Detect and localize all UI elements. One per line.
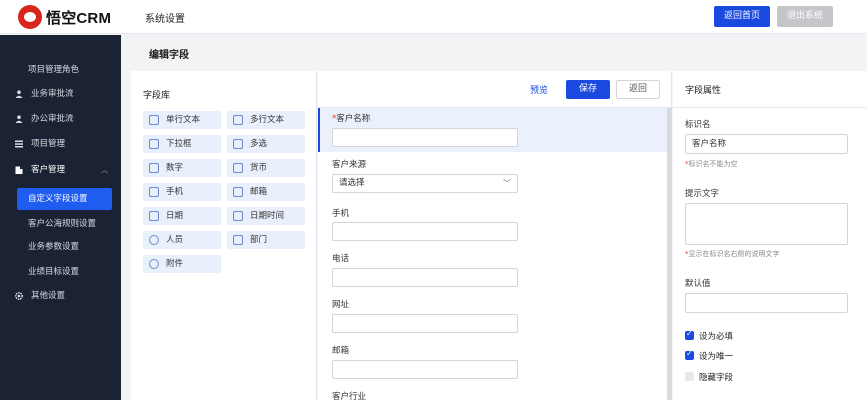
field-dropdown[interactable]: 下拉框	[143, 135, 221, 153]
field-library-panel: 字段库 单行文本 多行文本 下拉框 多选 数字 货币 手机 邮箱 日期 日期时间…	[131, 71, 317, 400]
person-icon	[149, 235, 159, 245]
field-attachment[interactable]: 附件	[143, 255, 221, 273]
required-checkbox[interactable]	[685, 329, 694, 340]
form-field-label: 手机	[332, 209, 350, 219]
text-field-icon	[149, 115, 159, 125]
form-field-label: 电话	[332, 254, 350, 264]
form-field-label: 网址	[332, 300, 350, 310]
back-button[interactable]: 返回	[616, 80, 660, 99]
scrollbar[interactable]	[667, 108, 672, 400]
sidebar-item-office-approval[interactable]: 办公审批流	[0, 110, 121, 128]
default-value-input[interactable]	[685, 293, 848, 313]
user-icon	[15, 90, 23, 98]
tip-label: 提示文字	[685, 189, 720, 199]
mobile-input[interactable]	[332, 222, 518, 241]
tip-textarea[interactable]	[685, 203, 848, 245]
textarea-icon	[233, 115, 243, 125]
page-title: 系统设置	[145, 14, 185, 25]
sidebar-item-other-settings[interactable]: 其他设置	[0, 287, 121, 305]
home-button[interactable]: 返回首页	[714, 6, 770, 27]
unique-checkbox[interactable]	[685, 349, 694, 360]
id-label: 标识名	[685, 120, 711, 130]
sidebar-item-project-role[interactable]: 项目管理角色	[0, 61, 121, 79]
preview-link[interactable]: 预览	[530, 83, 548, 96]
field-multi-line-text[interactable]: 多行文本	[227, 111, 305, 129]
form-field-label: *客户名称	[332, 114, 371, 124]
default-label: 默认值	[685, 279, 711, 289]
phone-icon	[149, 187, 159, 197]
required-label: 设为必填	[699, 332, 734, 342]
dropdown-icon	[149, 139, 159, 149]
gear-icon	[15, 292, 23, 300]
currency-icon	[233, 163, 243, 173]
sidebar-item-business-params[interactable]: 业务参数设置	[0, 238, 121, 256]
customer-name-input[interactable]	[332, 128, 518, 147]
building-icon	[15, 166, 23, 174]
form-field-label: 邮箱	[332, 346, 350, 356]
field-currency[interactable]: 货币	[227, 159, 305, 177]
field-datetime[interactable]: 日期时间	[227, 207, 305, 225]
sidebar-item-customer-management[interactable]: 客户管理 ︿	[0, 161, 121, 179]
chevron-down-icon: ﹀	[503, 179, 511, 188]
customer-source-select[interactable]: 请选择 ﹀	[332, 174, 518, 193]
field-email[interactable]: 邮箱	[227, 183, 305, 201]
sidebar-item-project-management[interactable]: 项目管理	[0, 135, 121, 153]
unique-label: 设为唯一	[699, 352, 734, 362]
form-field-label: 客户行业	[332, 392, 367, 400]
website-input[interactable]	[332, 314, 518, 333]
sidebar-item-pool-rules[interactable]: 客户公海规则设置	[0, 215, 121, 233]
save-button[interactable]: 保存	[566, 80, 610, 99]
id-name-input[interactable]: 客户名称	[685, 134, 848, 154]
field-multi-select[interactable]: 多选	[227, 135, 305, 153]
edit-fields-title: 编辑字段	[149, 50, 189, 61]
hidden-label: 隐藏字段	[699, 373, 734, 383]
phone-input[interactable]	[332, 268, 518, 287]
number-icon	[149, 163, 159, 173]
mail-icon	[233, 187, 243, 197]
list-icon	[15, 140, 23, 148]
logout-button[interactable]: 退出系统	[777, 6, 833, 27]
sidebar: 项目管理角色 业务审批流 办公审批流 项目管理 客户管理 ︿ 自定义字段设置 客…	[0, 35, 121, 400]
paperclip-icon	[149, 259, 159, 269]
sidebar-item-custom-fields[interactable]: 自定义字段设置	[17, 188, 112, 210]
sidebar-item-performance-goals[interactable]: 业绩目标设置	[0, 263, 121, 281]
id-hint: *标识名不能为空	[685, 160, 738, 168]
field-number[interactable]: 数字	[143, 159, 221, 177]
monkey-logo-icon	[18, 5, 42, 29]
hidden-checkbox[interactable]	[685, 372, 694, 381]
field-person[interactable]: 人员	[143, 231, 221, 249]
field-date[interactable]: 日期	[143, 207, 221, 225]
chevron-up-icon: ︿	[101, 166, 108, 174]
form-field-label: 客户来源	[332, 160, 367, 170]
logo-text: 悟空CRM	[46, 9, 112, 27]
logo[interactable]: 悟空CRM	[18, 5, 111, 29]
sidebar-item-business-approval[interactable]: 业务审批流	[0, 85, 121, 103]
top-bar: 悟空CRM 系统设置 返回首页 退出系统	[0, 0, 867, 34]
field-mobile[interactable]: 手机	[143, 183, 221, 201]
org-chart-icon	[233, 235, 243, 245]
field-single-line-text[interactable]: 单行文本	[143, 111, 221, 129]
field-department[interactable]: 部门	[227, 231, 305, 249]
calendar-icon	[149, 211, 159, 221]
checkbox-icon	[233, 139, 243, 149]
tip-hint: *显示在标识名右侧的说明文字	[685, 250, 780, 258]
user-icon	[15, 115, 23, 123]
calendar-clock-icon	[233, 211, 243, 221]
form-preview-panel: 预览 保存 返回 *客户名称 客户来源 请选择 ﹀ 手机 电话 网址 邮箱 客户行…	[318, 71, 672, 400]
email-input[interactable]	[332, 360, 518, 379]
field-properties-title: 字段属性	[685, 86, 722, 96]
divider	[673, 107, 867, 108]
field-library-title: 字段库	[143, 91, 171, 101]
field-properties-panel: 字段属性 标识名 客户名称 *标识名不能为空 提示文字 *显示在标识名右侧的说明…	[673, 71, 867, 400]
